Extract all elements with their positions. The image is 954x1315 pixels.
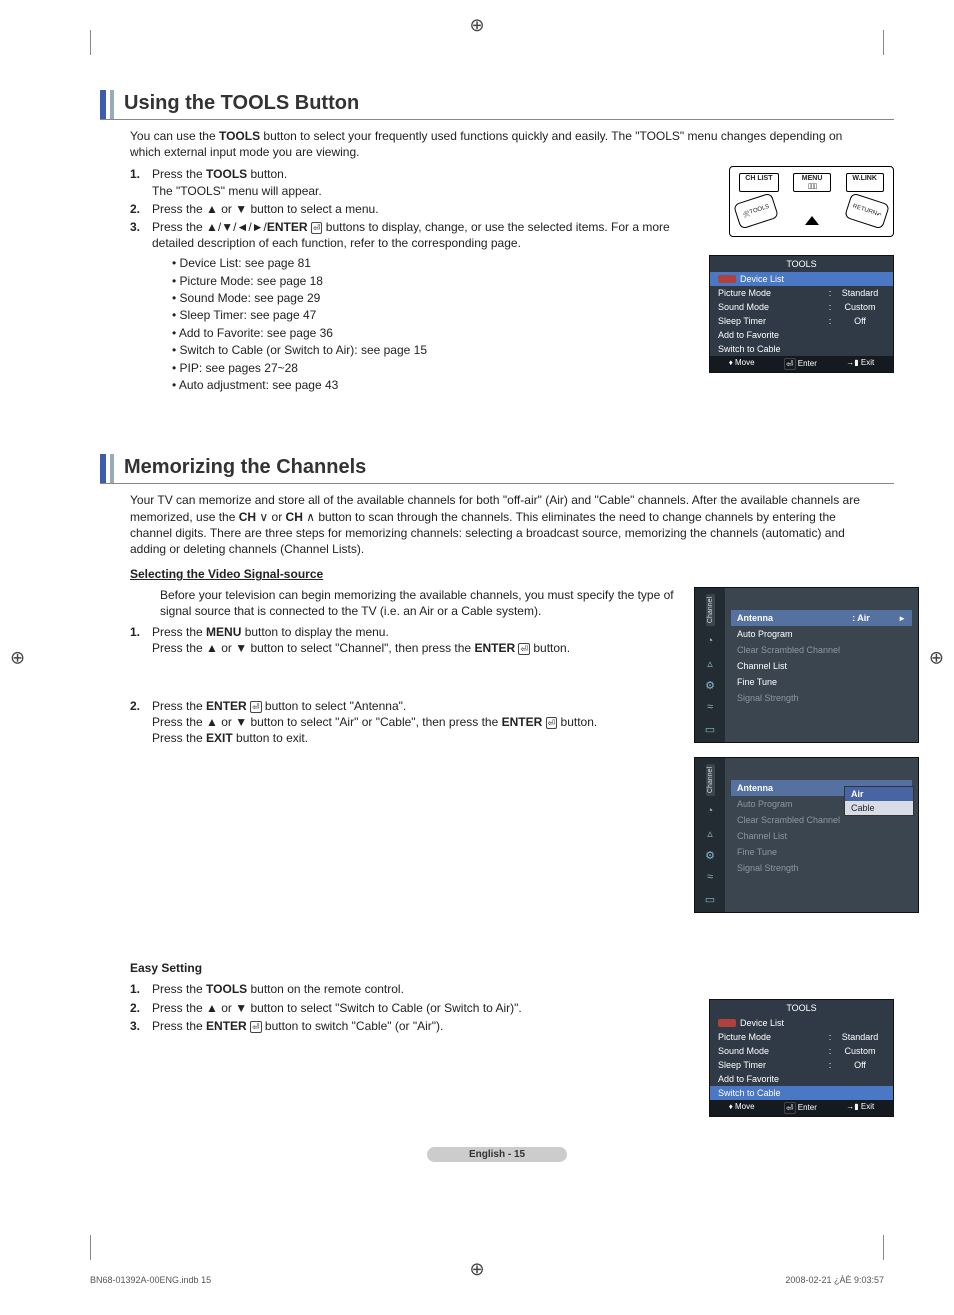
menu-row: Channel List (731, 828, 912, 844)
popup-option: Cable (845, 801, 913, 815)
enter-icon: ⏎ (311, 222, 323, 234)
remote-diagram: CH LIST MENU▯▯▯ W.LINK 🛠 TOOLS RETURN ↶ (729, 166, 894, 237)
step-item: 3.Press the ▲/▼/◄/►/ENTER ⏎ buttons to d… (130, 219, 680, 251)
osd-row: Sleep Timer:Off (710, 1058, 893, 1072)
popup-option: Air (845, 787, 913, 801)
gear-icon: ⚙ (703, 678, 717, 692)
sub-heading-signal-source: Selecting the Video Signal-source (130, 567, 894, 581)
remote-btn-wlink: W.LINK (846, 173, 884, 192)
bullet-item: Device List: see page 81 (172, 255, 680, 272)
crop-mark-icon: ⊕ (929, 647, 944, 668)
remote-btn-tools: 🛠 TOOLS (733, 193, 779, 230)
enter-icon: ⏎ (518, 643, 530, 655)
osd-row: Picture Mode:Standard (710, 286, 893, 300)
page-footer: English - 15 (427, 1147, 567, 1162)
osd-footer: ♦ Move ⏎ Enter →▮ Exit (710, 356, 893, 372)
enter-icon: ⏎ (250, 701, 262, 713)
antenna-popup: AirCable (844, 786, 914, 816)
osd-title: TOOLS (710, 1000, 893, 1016)
step-item: 3.Press the ENTER ⏎ button to switch "Ca… (130, 1018, 680, 1034)
enter-icon: ⏎ (546, 717, 558, 729)
sidebar-icon: ≈ (703, 870, 717, 884)
tools-bullet-list: Device List: see page 81Picture Mode: se… (172, 255, 680, 394)
osd-row: Sound Mode:Custom (710, 300, 893, 314)
bullet-item: Sleep Timer: see page 47 (172, 307, 680, 324)
osd-row: Sleep Timer:Off (710, 314, 893, 328)
step-item: 2.Press the ▲ or ▼ button to select "Swi… (130, 1000, 680, 1016)
section1-intro: You can use the TOOLS button to select y… (130, 128, 864, 160)
device-icon (718, 1019, 736, 1027)
channel-menu-osd-1: Channel ◔ ▵ ⚙ ≈ ▭ Antenna: Air►Auto Prog… (694, 587, 919, 743)
sidebar-icon: ◔ (703, 804, 717, 818)
remote-btn-chlist: CH LIST (739, 173, 778, 192)
sidebar-icon: ▭ (703, 722, 717, 736)
bullet-item: PIP: see pages 27~28 (172, 360, 680, 377)
remote-nav-up-icon (805, 216, 819, 225)
menu-tab-channel: Channel (706, 764, 715, 796)
osd-title: TOOLS (710, 256, 893, 272)
tools-osd: TOOLS Device ListPicture Mode:StandardSo… (709, 255, 894, 373)
gear-icon: ⚙ (703, 848, 717, 862)
sidebar-icon: ▵ (703, 826, 717, 840)
bullet-item: Auto adjustment: see page 43 (172, 377, 680, 394)
osd-row: Add to Favorite (710, 1072, 893, 1086)
bullet-item: Sound Mode: see page 29 (172, 290, 680, 307)
menu-row: Fine Tune (731, 674, 912, 690)
osd-footer: ♦ Move ⏎ Enter →▮ Exit (710, 1100, 893, 1116)
bullet-item: Switch to Cable (or Switch to Air): see … (172, 342, 680, 359)
section-title: Memorizing the Channels (124, 454, 366, 483)
sub1-intro: Before your television can begin memoriz… (160, 587, 680, 619)
menu-row: Signal Strength (731, 690, 912, 706)
crop-mark-icon: ⊕ (469, 15, 484, 36)
sidebar-icon: ≈ (703, 700, 717, 714)
remote-btn-return: RETURN ↶ (844, 193, 890, 230)
bullet-item: Add to Favorite: see page 36 (172, 325, 680, 342)
menu-row: Auto Program (731, 626, 912, 642)
osd-row: Sound Mode:Custom (710, 1044, 893, 1058)
section-title: Using the TOOLS Button (124, 90, 359, 119)
step-item: 1.Press the MENU button to display the m… (130, 624, 680, 656)
osd-row: Device List (710, 1016, 893, 1030)
crop-mark-icon: ⊕ (10, 647, 25, 668)
osd-row: Picture Mode:Standard (710, 1030, 893, 1044)
tools-osd-2: TOOLS Device ListPicture Mode:StandardSo… (709, 999, 894, 1117)
menu-row: Antenna: Air► (731, 610, 912, 626)
menu-row: Clear Scrambled Channel (731, 642, 912, 658)
menu-row: Channel List (731, 658, 912, 674)
osd-row: Switch to Cable (710, 342, 893, 356)
osd-row: Switch to Cable (710, 1086, 893, 1100)
osd-row: Add to Favorite (710, 328, 893, 342)
menu-row: Fine Tune (731, 844, 912, 860)
step-item: 2.Press the ENTER ⏎ button to select "An… (130, 698, 680, 747)
osd-row: Device List (710, 272, 893, 286)
channel-menu-osd-2: Channel ◔ ▵ ⚙ ≈ ▭ AntennaAuto ProgramCle… (694, 757, 919, 913)
step-item: 1.Press the TOOLS button on the remote c… (130, 981, 680, 997)
enter-icon: ⏎ (250, 1021, 262, 1033)
bullet-item: Picture Mode: see page 18 (172, 273, 680, 290)
footer-doc: BN68-01392A-00ENG.indb 15 (90, 1275, 211, 1285)
sidebar-icon: ◔ (703, 634, 717, 648)
menu-tab-channel: Channel (706, 594, 715, 626)
sidebar-icon: ▭ (703, 892, 717, 906)
section2-intro: Your TV can memorize and store all of th… (130, 492, 864, 557)
section-using-tools: Using the TOOLS Button (100, 90, 894, 120)
sub-heading-easy-setting: Easy Setting (130, 961, 894, 975)
footer-date: 2008-02-21 ¿ÀÈ 9:03:57 (785, 1275, 884, 1285)
section-memorizing-channels: Memorizing the Channels (100, 454, 894, 484)
device-icon (718, 275, 736, 283)
remote-btn-menu: MENU▯▯▯ (793, 173, 831, 192)
menu-row: Signal Strength (731, 860, 912, 876)
sidebar-icon: ▵ (703, 656, 717, 670)
step-item: 1.Press the TOOLS button.The "TOOLS" men… (130, 166, 680, 198)
step-item: 2.Press the ▲ or ▼ button to select a me… (130, 201, 680, 217)
